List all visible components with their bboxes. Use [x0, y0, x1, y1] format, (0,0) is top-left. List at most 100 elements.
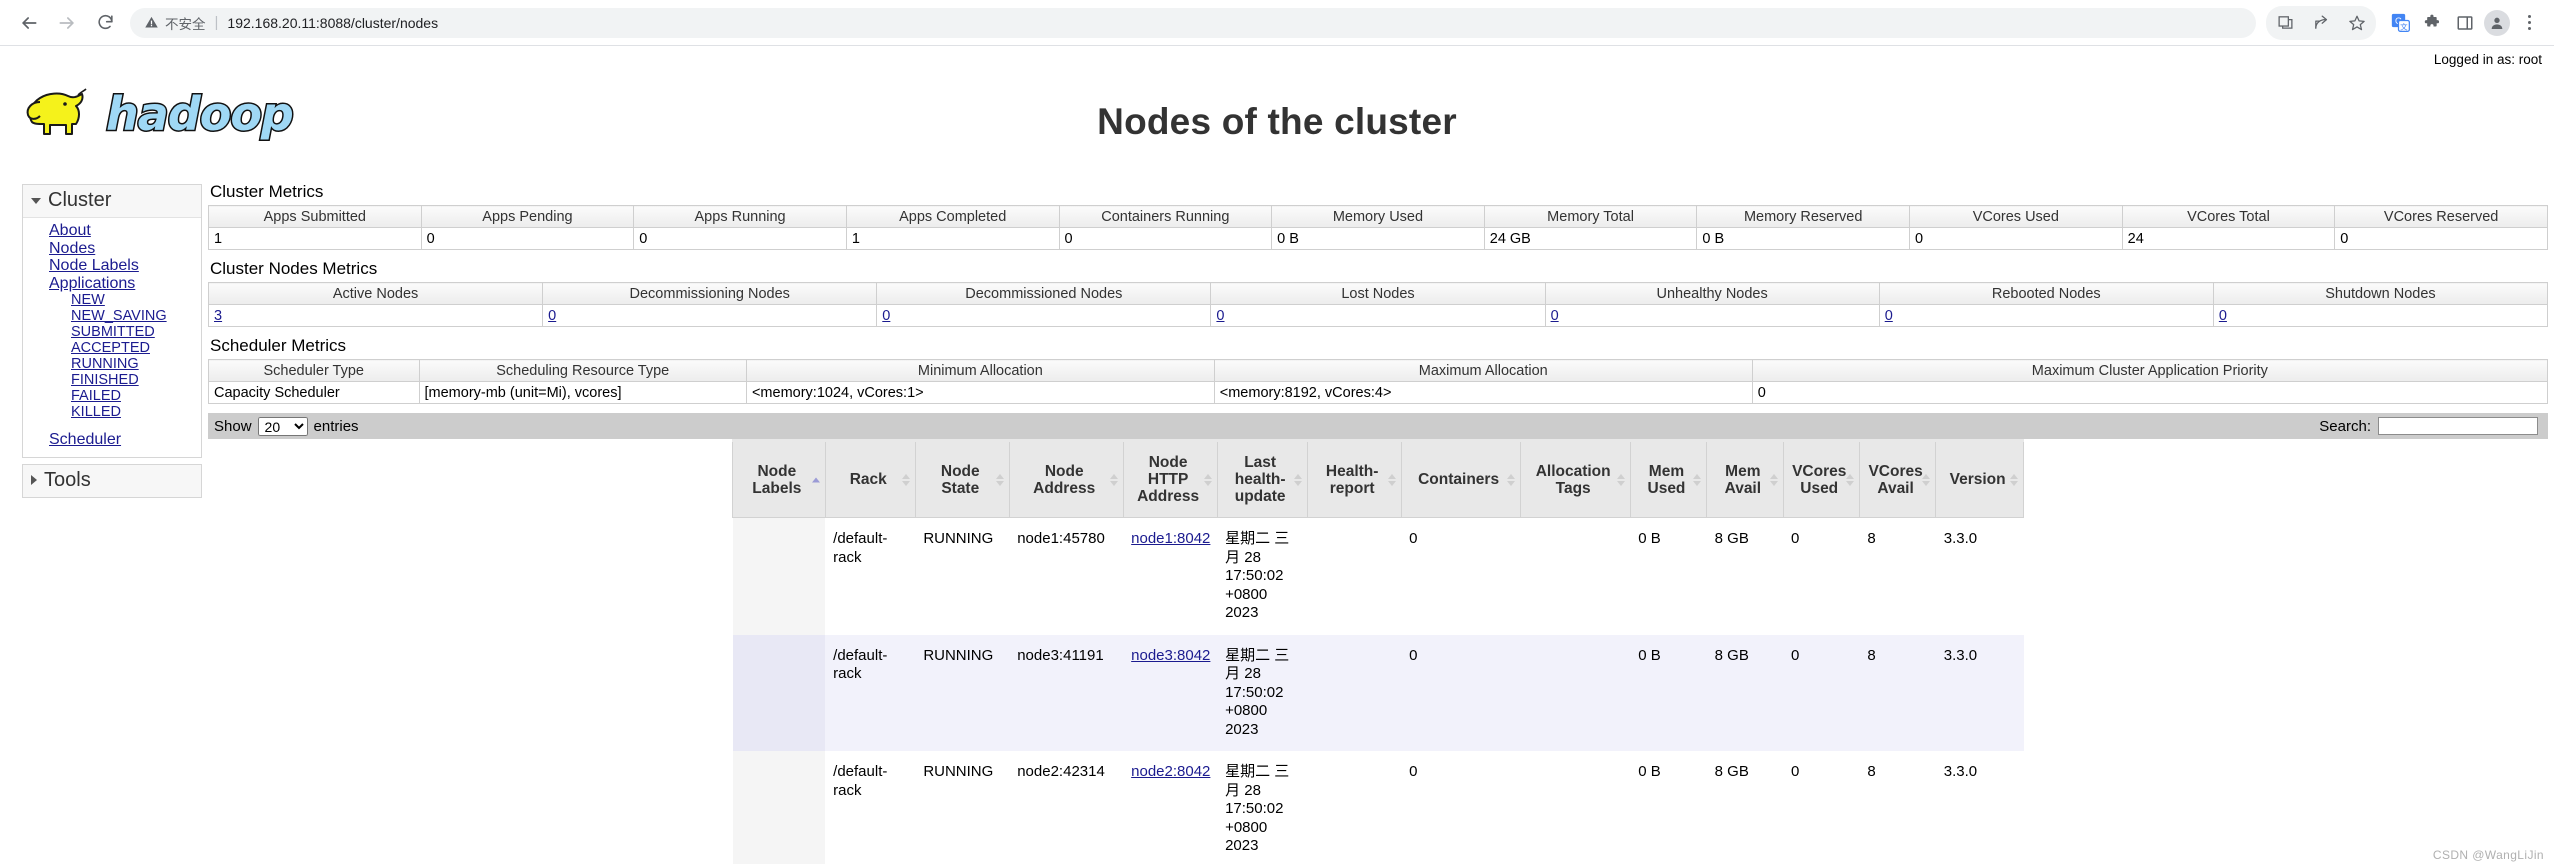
th-active-nodes: Active Nodes	[207, 282, 544, 305]
table-row[interactable]: /default-rack RUNNING node1:45780 node1:…	[732, 517, 2024, 635]
col-version[interactable]: Version	[1935, 439, 2024, 518]
sidepanel-icon[interactable]	[2450, 8, 2480, 38]
sort-icon	[1109, 473, 1118, 486]
col-containers[interactable]: Containers	[1400, 439, 1521, 518]
col-vcores-avail[interactable]: VCores Avail	[1858, 439, 1937, 518]
col-label: Version	[1949, 471, 2006, 488]
cell-node-labels	[732, 517, 826, 635]
sidebar-cluster-body: About Nodes Node Labels Applications NEW…	[23, 218, 201, 457]
link-decommissioning-nodes[interactable]: 0	[548, 308, 556, 324]
page-length-select[interactable]: 20406080100	[257, 416, 308, 436]
search-input[interactable]	[2378, 417, 2538, 435]
google-translate-icon[interactable]: G文	[2386, 8, 2416, 38]
sidebar: Cluster About Nodes Node Labels Applicat…	[22, 184, 202, 504]
sidebar-item-scheduler[interactable]: Scheduler	[23, 431, 201, 449]
cell-last-health-update: 星期二 三月 28 17:50:02 +0800 2023	[1217, 634, 1308, 751]
back-arrow-icon[interactable]	[10, 4, 48, 42]
sidebar-item-app-accepted[interactable]: ACCEPTED	[23, 340, 201, 356]
sidebar-tools-label: Tools	[44, 468, 91, 491]
table-header-row: Apps Submitted Apps Pending Apps Running…	[208, 205, 2548, 228]
share-icon[interactable]	[2306, 8, 2336, 38]
th-memory-reserved: Memory Reserved	[1696, 205, 1910, 228]
chrome-menu-icon[interactable]	[2514, 8, 2544, 38]
col-label: Rack	[849, 471, 887, 488]
th-shutdown-nodes: Shutdown Nodes	[2212, 282, 2549, 305]
not-secure-warning-icon	[144, 15, 159, 30]
sidebar-tools-header[interactable]: Tools	[23, 464, 201, 497]
link-unhealthy-nodes[interactable]: 0	[1551, 308, 1559, 324]
cell-vcores-used: 0	[1783, 751, 1860, 864]
col-mem-used[interactable]: Mem Used	[1629, 439, 1708, 518]
page-title: Nodes of the cluster	[1097, 101, 1457, 142]
node-http-link[interactable]: node3:8042	[1131, 647, 1210, 664]
col-allocation-tags[interactable]: Allocation Tags	[1519, 439, 1631, 518]
cell-mem-used: 0 B	[1630, 634, 1707, 751]
cell-containers: 0	[1401, 634, 1521, 751]
node-http-link[interactable]: node1:8042	[1131, 530, 1210, 547]
link-shutdown-nodes[interactable]: 0	[2219, 308, 2227, 324]
cell-rack: /default-rack	[825, 634, 916, 751]
col-mem-avail[interactable]: Mem Avail	[1706, 439, 1784, 518]
yarn-page: Logged in as: root hadoop Nodes of the c…	[0, 46, 2554, 864]
sort-icon	[1506, 473, 1515, 486]
sidebar-item-app-killed[interactable]: KILLED	[23, 404, 201, 420]
datatable-toolbar: Show 20406080100 entries Search:	[208, 413, 2548, 439]
sidebar-item-app-failed[interactable]: FAILED	[23, 388, 201, 404]
sidebar-cluster-header[interactable]: Cluster	[23, 185, 201, 218]
save-page-icon[interactable]	[2270, 8, 2300, 38]
td-vcores-used: 0	[1909, 227, 2123, 250]
th-vcores-total: VCores Total	[2121, 205, 2336, 228]
th-vcores-used: VCores Used	[1909, 205, 2123, 228]
cluster-metrics-table: Apps Submitted Apps Pending Apps Running…	[208, 205, 2548, 250]
link-rebooted-nodes[interactable]: 0	[1885, 308, 1893, 324]
search-label: Search:	[2319, 417, 2371, 435]
col-vcores-used[interactable]: VCores Used	[1782, 439, 1860, 518]
forward-arrow-icon[interactable]	[48, 4, 86, 42]
col-node-address[interactable]: Node Address	[1008, 439, 1124, 518]
sort-icon	[1693, 473, 1702, 486]
link-active-nodes[interactable]: 3	[214, 308, 222, 324]
table-row[interactable]: /default-rack RUNNING node2:42314 node2:…	[732, 751, 2024, 864]
th-containers-running: Containers Running	[1058, 205, 1273, 228]
address-bar[interactable]: 不安全 | 192.168.20.11:8088/cluster/nodes	[130, 7, 2256, 38]
logged-in-label: Logged in as: root	[2433, 52, 2542, 67]
sidebar-item-nodes[interactable]: Nodes	[23, 240, 201, 258]
datatable-search-control: Search:	[2319, 417, 2542, 435]
browser-actions: G文	[2266, 5, 2544, 40]
sidebar-item-app-running[interactable]: RUNNING	[23, 356, 201, 372]
sidebar-item-app-submitted[interactable]: SUBMITTED	[23, 324, 201, 340]
td-max-cluster-app-priority: 0	[1751, 381, 2549, 404]
table-row[interactable]: /default-rack RUNNING node3:41191 node3:…	[732, 634, 2024, 751]
bookmark-star-icon[interactable]	[2342, 8, 2372, 38]
td-minimum-allocation: <memory:1024, vCores:1>	[745, 381, 1215, 404]
sort-ascending-icon	[811, 477, 820, 482]
extensions-puzzle-icon[interactable]	[2418, 8, 2448, 38]
reload-icon[interactable]	[86, 4, 124, 42]
profile-avatar[interactable]	[2482, 8, 2512, 38]
sidebar-item-about[interactable]: About	[23, 222, 201, 240]
sidebar-item-app-new-saving[interactable]: NEW_SAVING	[23, 308, 201, 324]
cell-vcores-used: 0	[1783, 517, 1860, 635]
td-decommissioning-nodes: 0	[542, 304, 878, 327]
sidebar-item-app-new[interactable]: NEW	[23, 292, 201, 308]
link-lost-nodes[interactable]: 0	[1216, 308, 1224, 324]
col-node-labels[interactable]: Node Labels	[732, 439, 826, 518]
cell-mem-used: 0 B	[1630, 517, 1707, 635]
col-node-state[interactable]: Node State	[914, 439, 1010, 518]
col-node-http-address[interactable]: Node HTTP Address	[1122, 439, 1218, 518]
th-unhealthy-nodes: Unhealthy Nodes	[1544, 282, 1880, 305]
cell-version: 3.3.0	[1935, 517, 2024, 635]
cell-node-address: node1:45780	[1009, 517, 1124, 635]
sidebar-item-app-finished[interactable]: FINISHED	[23, 372, 201, 388]
sidebar-item-applications[interactable]: Applications	[23, 275, 201, 293]
col-last-health-update[interactable]: Last health-update	[1216, 439, 1308, 518]
col-health-report[interactable]: Health-report	[1306, 439, 1402, 518]
col-rack[interactable]: Rack	[824, 439, 916, 518]
sort-icon	[1845, 473, 1854, 486]
node-http-link[interactable]: node2:8042	[1131, 763, 1210, 780]
col-label: Mem Used	[1647, 462, 1686, 497]
nodes-datatable: Show 20406080100 entries Search:	[208, 413, 2548, 864]
link-decommissioned-nodes[interactable]: 0	[882, 308, 890, 324]
sidebar-item-node-labels[interactable]: Node Labels	[23, 257, 201, 275]
